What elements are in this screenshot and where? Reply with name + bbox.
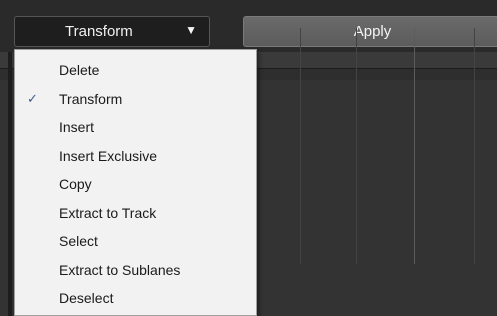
menu-item-label: Insert (59, 119, 95, 135)
menu-item-copy[interactable]: Copy (15, 170, 256, 199)
editor-left-border (8, 52, 12, 316)
menu-item-insert-exclusive[interactable]: Insert Exclusive (15, 142, 256, 171)
menu-item-extract-to-track[interactable]: Extract to Track (15, 199, 256, 228)
menu-item-extract-to-sublanes[interactable]: Extract to Sublanes (15, 256, 256, 285)
menu-item-label: Delete (59, 62, 100, 78)
function-dropdown-label: Transform (65, 23, 133, 40)
menu-item-label: Select (59, 233, 98, 249)
grid-line (474, 28, 475, 264)
menu-item-delete[interactable]: Delete (15, 56, 256, 85)
menu-item-label: Extract to Track (59, 204, 157, 221)
menu-item-label: Copy (59, 176, 92, 192)
apply-button[interactable]: Apply (243, 16, 497, 47)
function-dropdown[interactable]: Transform ▼ (14, 16, 210, 47)
toolbar: Transform ▼ Apply (0, 0, 497, 52)
apply-button-label: Apply (353, 23, 392, 40)
app-window: Transform ▼ Apply Delete ✓ Transform Ins… (0, 0, 497, 316)
checkmark-icon: ✓ (27, 90, 38, 106)
menu-item-label: Transform (59, 90, 123, 107)
grid-line (300, 28, 301, 264)
menu-item-label: Deselect (59, 290, 114, 306)
menu-item-insert[interactable]: Insert (15, 113, 256, 142)
menu-item-transform[interactable]: ✓ Transform (15, 85, 256, 114)
function-menu: Delete ✓ Transform Insert Insert Exclusi… (14, 49, 257, 316)
menu-item-label: Extract to Sublanes (59, 261, 181, 278)
menu-item-deselect[interactable]: Deselect (15, 284, 256, 313)
triangle-down-icon: ▼ (185, 23, 197, 37)
menu-item-select[interactable]: Select (15, 227, 256, 256)
grid-line (356, 28, 357, 264)
grid-line (414, 28, 415, 264)
menu-item-label: Insert Exclusive (59, 147, 158, 164)
